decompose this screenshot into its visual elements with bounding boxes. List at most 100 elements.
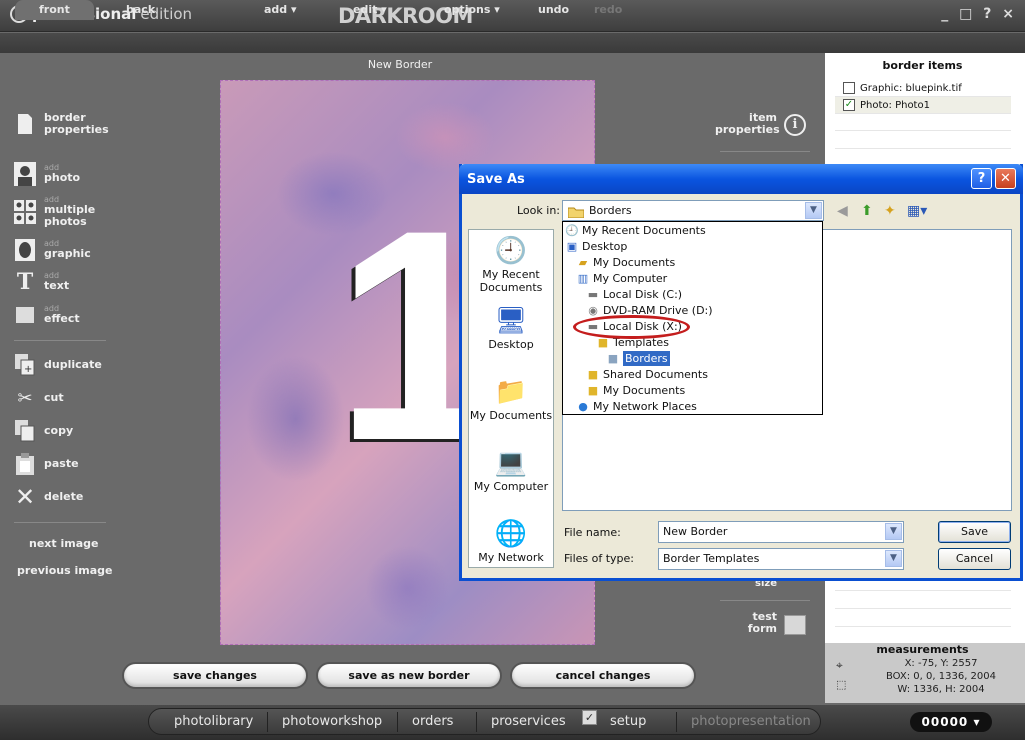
- duplicate-button[interactable]: + duplicate: [14, 353, 102, 377]
- tree-label: My Documents: [603, 384, 686, 397]
- effect-label: effect: [44, 312, 80, 325]
- tree-item[interactable]: ▰ My Documents: [576, 255, 675, 270]
- tree-label: Borders: [623, 351, 670, 366]
- tree-label: Shared Documents: [603, 368, 708, 381]
- up-folder-icon[interactable]: ⬆: [861, 203, 873, 219]
- place-desktop[interactable]: 🖥 Desktop: [468, 306, 554, 351]
- menu-edit[interactable]: edit ▾: [353, 3, 387, 16]
- divider: [720, 600, 810, 601]
- item-checkbox[interactable]: [843, 82, 855, 94]
- save-button[interactable]: Save: [938, 521, 1011, 543]
- add-graphic-button[interactable]: add graphic: [14, 238, 91, 262]
- tree-item[interactable]: ■ Shared Documents: [586, 367, 708, 382]
- border-item-row[interactable]: ✓ Photo: Photo1: [835, 97, 1011, 114]
- recent-documents-icon: 🕘: [494, 236, 528, 266]
- border-item-row[interactable]: Graphic: bluepink.tif: [835, 80, 1011, 97]
- place-my-computer[interactable]: 💻 My Computer: [468, 448, 554, 493]
- cancel-button[interactable]: Cancel: [938, 548, 1011, 570]
- hard-disk-icon: ▬: [587, 288, 599, 301]
- file-type-value: Border Templates: [663, 552, 760, 565]
- chevron-down-icon[interactable]: ▼: [885, 523, 902, 540]
- item-properties-label[interactable]: item properties: [715, 112, 780, 136]
- nav-orders[interactable]: orders: [397, 712, 467, 732]
- nav-proservices[interactable]: proservices: [476, 712, 580, 732]
- delete-button[interactable]: ✕ delete: [14, 483, 84, 511]
- nav-setup[interactable]: setup: [596, 712, 660, 732]
- delete-x-icon: ✕: [14, 483, 36, 511]
- tree-item-selected[interactable]: ■ Borders: [606, 351, 670, 366]
- cut-button[interactable]: ✂ cut: [14, 386, 63, 410]
- add-photo-button[interactable]: add photo: [14, 162, 80, 186]
- border-properties-button[interactable]: border properties: [14, 112, 109, 136]
- item-checkbox-checked[interactable]: ✓: [843, 99, 855, 111]
- info-icon[interactable]: i: [784, 114, 806, 136]
- divider: [720, 151, 810, 152]
- scissors-icon: ✂: [17, 387, 33, 409]
- next-image-link[interactable]: next image: [29, 537, 98, 550]
- place-recent-documents[interactable]: 🕘 My Recent Documents: [468, 236, 554, 294]
- tree-label: My Network Places: [593, 400, 697, 413]
- item-label: Graphic: bluepink.tif: [860, 82, 962, 94]
- border-properties-label: border properties: [44, 111, 109, 136]
- tree-item[interactable]: ▥ My Computer: [576, 271, 667, 286]
- help-button[interactable]: ?: [971, 168, 992, 189]
- place-label: My Computer: [473, 480, 549, 493]
- chevron-down-icon[interactable]: ▼: [885, 550, 902, 567]
- clipboard-icon: [14, 452, 36, 476]
- add-multiple-photos-button[interactable]: add multiple photos: [14, 196, 104, 228]
- file-type-label: Files of type:: [564, 552, 635, 565]
- delete-label: delete: [44, 490, 84, 503]
- file-name-value: New Border: [663, 525, 728, 538]
- nav-photolibrary[interactable]: photolibrary: [160, 712, 267, 732]
- computer-icon: ▥: [577, 272, 589, 285]
- back-arrow-icon[interactable]: ◀: [837, 203, 848, 219]
- view-menu-icon[interactable]: ▦▾: [907, 203, 927, 219]
- paste-button[interactable]: paste: [14, 452, 79, 476]
- nav-photoworkshop[interactable]: photoworkshop: [267, 712, 396, 732]
- chevron-down-icon[interactable]: ▼: [805, 202, 822, 219]
- desktop-icon: 🖥: [494, 306, 528, 336]
- file-type-select[interactable]: Border Templates ▼: [658, 548, 904, 570]
- cancel-changes-button[interactable]: cancel changes: [510, 662, 696, 689]
- tab-front[interactable]: front: [15, 0, 94, 20]
- add-text-button[interactable]: T add text: [14, 269, 69, 295]
- copy-icon: [14, 419, 36, 443]
- menu-options[interactable]: options ▾: [444, 3, 500, 16]
- tab-back[interactable]: back: [126, 3, 155, 16]
- save-changes-button[interactable]: save changes: [122, 662, 308, 689]
- computer-icon: 💻: [494, 448, 528, 478]
- copy-button[interactable]: copy: [14, 419, 73, 443]
- tree-item[interactable]: 🕘 My Recent Documents: [565, 223, 706, 238]
- place-label: My Documents: [469, 409, 553, 422]
- file-name-input[interactable]: New Border ▼: [658, 521, 904, 543]
- tree-item[interactable]: ▣ Desktop: [565, 239, 628, 254]
- network-places-icon: ●: [578, 400, 588, 413]
- new-folder-icon[interactable]: ✦: [884, 203, 896, 219]
- measurements-title: measurements: [876, 643, 969, 656]
- add-effect-button[interactable]: add effect: [14, 303, 80, 327]
- window-controls[interactable]: _ □ ? ×: [941, 6, 1017, 22]
- duplicate-label: duplicate: [44, 358, 102, 371]
- test-form-label[interactable]: test form: [735, 611, 777, 635]
- divider: [14, 340, 106, 341]
- look-in-select[interactable]: Borders ▼: [562, 200, 824, 221]
- multiple-photos-label: multiple photos: [44, 203, 96, 228]
- measure-xy: X: -75, Y: 2557: [904, 658, 978, 669]
- folder-icon: ■: [587, 384, 599, 397]
- menu-undo[interactable]: undo: [538, 3, 569, 16]
- test-form-checkbox[interactable]: [784, 615, 806, 635]
- menu-add[interactable]: add ▾: [264, 3, 297, 16]
- tree-item[interactable]: ▬ Local Disk (C:): [586, 287, 682, 302]
- document-title: New Border: [367, 58, 433, 71]
- place-my-documents[interactable]: 📁 My Documents: [468, 377, 554, 422]
- close-button[interactable]: ✕: [995, 168, 1016, 189]
- tree-item[interactable]: ● My Network Places: [576, 399, 697, 414]
- tree-item[interactable]: ■ My Documents: [586, 383, 685, 398]
- place-my-network[interactable]: 🌐 My Network: [468, 519, 554, 564]
- previous-image-link[interactable]: previous image: [17, 564, 112, 577]
- save-as-new-border-button[interactable]: save as new border: [316, 662, 502, 689]
- look-in-label: Look in:: [517, 204, 560, 217]
- nav-photopresentation[interactable]: photopresentation: [676, 712, 825, 732]
- empty-row-line: [835, 130, 1011, 131]
- counter-dropdown[interactable]: 00000 ▾: [910, 712, 992, 732]
